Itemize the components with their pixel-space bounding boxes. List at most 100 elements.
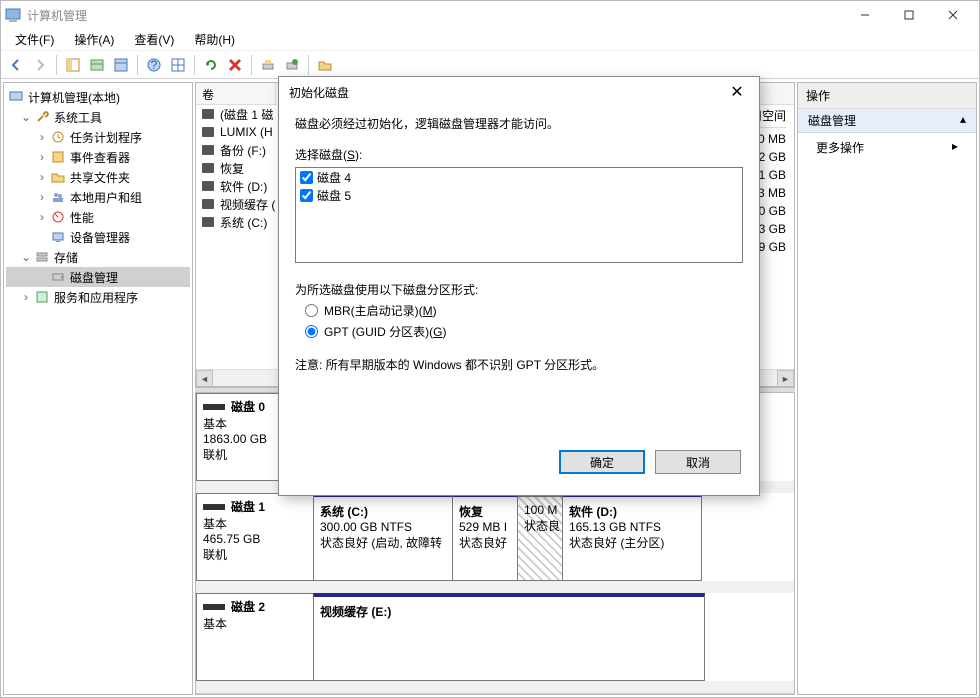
partition-size: 529 MB I [459, 520, 511, 534]
view-button[interactable] [110, 54, 132, 76]
expand-icon[interactable]: › [36, 190, 48, 204]
disk-info[interactable]: 磁盘 2基本 [196, 593, 314, 681]
tree-diskmgmt[interactable]: 磁盘管理 [6, 267, 190, 287]
mbr-label: MBR(主启动记录)(M) [324, 302, 437, 319]
menu-file[interactable]: 文件(F) [5, 29, 64, 50]
volume-name: 恢复 [220, 160, 244, 177]
event-icon [50, 149, 66, 165]
tree-root[interactable]: 计算机管理(本地) [6, 87, 190, 107]
actions-pane: 操作 磁盘管理 ▴ 更多操作 ▸ [797, 82, 977, 695]
gpt-label: GPT (GUID 分区表)(G) [324, 323, 446, 340]
clock-icon [50, 129, 66, 145]
submenu-arrow-icon: ▸ [952, 139, 958, 153]
partition[interactable]: 恢复529 MB I状态良好 [452, 493, 518, 581]
expand-icon[interactable]: › [36, 150, 48, 164]
refresh-button[interactable] [200, 54, 222, 76]
action-button-1[interactable] [257, 54, 279, 76]
close-button[interactable] [931, 1, 975, 29]
disk-info[interactable]: 磁盘 1基本465.75 GB联机 [196, 493, 314, 581]
actions-more[interactable]: 更多操作 ▸ [798, 133, 976, 162]
disk-check-row[interactable]: 磁盘 5 [296, 186, 742, 204]
forward-button[interactable] [29, 54, 51, 76]
col-volume[interactable]: 卷 [196, 83, 276, 104]
tree-performance[interactable]: › 性能 [6, 207, 190, 227]
disk-checklist[interactable]: 磁盘 4 磁盘 5 [295, 167, 743, 263]
partition[interactable]: 视频缓存 (E:) [313, 593, 705, 681]
collapse-icon[interactable]: ⌄ [20, 110, 32, 124]
collapse-arrow-icon: ▴ [960, 112, 966, 129]
gpt-radio-row[interactable]: GPT (GUID 分区表)(G) [305, 323, 743, 340]
initialize-disk-dialog: 初始化磁盘 ✕ 磁盘必须经过初始化，逻辑磁盘管理器才能访问。 选择磁盘(S): … [278, 76, 760, 496]
menu-view[interactable]: 查看(V) [124, 29, 184, 50]
tree-label: 性能 [70, 209, 94, 226]
disk-row[interactable]: 磁盘 1基本465.75 GB联机系统 (C:)300.00 GB NTFS状态… [196, 493, 794, 593]
detail-button[interactable] [167, 54, 189, 76]
partition-status: 状态良好 [459, 534, 511, 551]
mbr-radio[interactable] [305, 304, 318, 317]
disk-checkbox[interactable] [300, 189, 313, 202]
help-button[interactable]: ? [143, 54, 165, 76]
tree-scheduler[interactable]: › 任务计划程序 [6, 127, 190, 147]
partition[interactable]: 100 M状态良 [517, 493, 563, 581]
disk-row[interactable]: 磁盘 2基本视频缓存 (E:) [196, 593, 794, 693]
scroll-right-icon[interactable]: ► [777, 370, 794, 387]
delete-button[interactable] [224, 54, 246, 76]
disk-label: 磁盘 1 [231, 498, 265, 515]
partition-name: 系统 (C:) [320, 503, 446, 520]
disk-size: 465.75 GB [203, 532, 307, 546]
properties-button[interactable] [86, 54, 108, 76]
disk-checkbox[interactable] [300, 171, 313, 184]
volume-name: 软件 (D:) [220, 178, 267, 195]
expand-icon[interactable]: › [36, 170, 48, 184]
tree-systools[interactable]: ⌄ 系统工具 [6, 107, 190, 127]
disk-icon [50, 269, 66, 285]
ok-button[interactable]: 确定 [559, 450, 645, 474]
tree-devicemgr[interactable]: 设备管理器 [6, 227, 190, 247]
cancel-button[interactable]: 取消 [655, 450, 741, 474]
disk-label: 磁盘 0 [231, 398, 265, 415]
partition[interactable]: 系统 (C:)300.00 GB NTFS状态良好 (启动, 故障转 [313, 493, 453, 581]
tree-localusers[interactable]: ›本地用户和组 [6, 187, 190, 207]
action-button-2[interactable] [281, 54, 303, 76]
tree-label: 任务计划程序 [70, 129, 142, 146]
tree-label: 设备管理器 [70, 229, 130, 246]
actions-section[interactable]: 磁盘管理 ▴ [798, 109, 976, 133]
expand-icon[interactable]: › [36, 210, 48, 224]
tree-services[interactable]: ›服务和应用程序 [6, 287, 190, 307]
volume-name: 系统 (C:) [220, 214, 267, 231]
partition-area: 系统 (C:)300.00 GB NTFS状态良好 (启动, 故障转恢复529 … [314, 493, 794, 581]
toolbar-separator [194, 55, 195, 75]
dialog-close-button[interactable]: ✕ [725, 82, 749, 102]
actions-section-label: 磁盘管理 [808, 112, 856, 129]
maximize-button[interactable] [887, 1, 931, 29]
mbr-radio-row[interactable]: MBR(主启动记录)(M) [305, 302, 743, 319]
scroll-left-icon[interactable]: ◄ [196, 370, 213, 387]
partition-size: 100 M [524, 503, 556, 517]
disk-check-row[interactable]: 磁盘 4 [296, 168, 742, 186]
partition[interactable]: 软件 (D:)165.13 GB NTFS状态良好 (主分区) [562, 493, 702, 581]
tree-label: 系统工具 [54, 109, 102, 126]
select-disk-label: 选择磁盘(S): [295, 146, 743, 163]
expand-icon[interactable]: › [20, 290, 32, 304]
collapse-icon[interactable]: ⌄ [20, 250, 32, 264]
tree-eventviewer[interactable]: ›事件查看器 [6, 147, 190, 167]
tree-pane[interactable]: 计算机管理(本地) ⌄ 系统工具 › 任务计划程序 ›事件查看器 ›共享文件夹 ›本… [3, 82, 193, 695]
menu-help[interactable]: 帮助(H) [184, 29, 245, 50]
volume-icon [202, 145, 214, 155]
open-button[interactable] [314, 54, 336, 76]
show-hide-tree-button[interactable] [62, 54, 84, 76]
minimize-button[interactable] [843, 1, 887, 29]
dialog-note: 注意: 所有早期版本的 Windows 都不识别 GPT 分区形式。 [295, 356, 743, 373]
tree-storage[interactable]: ⌄存储 [6, 247, 190, 267]
expand-icon[interactable]: › [36, 130, 48, 144]
back-button[interactable] [5, 54, 27, 76]
partition-size: 300.00 GB NTFS [320, 520, 446, 534]
menu-action[interactable]: 操作(A) [64, 29, 124, 50]
disk-check-label: 磁盘 4 [317, 169, 351, 186]
dialog-message: 磁盘必须经过初始化，逻辑磁盘管理器才能访问。 [295, 115, 743, 132]
gpt-radio[interactable] [305, 325, 318, 338]
tree-label: 磁盘管理 [70, 269, 118, 286]
partition-name: 软件 (D:) [569, 503, 695, 520]
partition-size: 165.13 GB NTFS [569, 520, 695, 534]
tree-sharedfolders[interactable]: ›共享文件夹 [6, 167, 190, 187]
